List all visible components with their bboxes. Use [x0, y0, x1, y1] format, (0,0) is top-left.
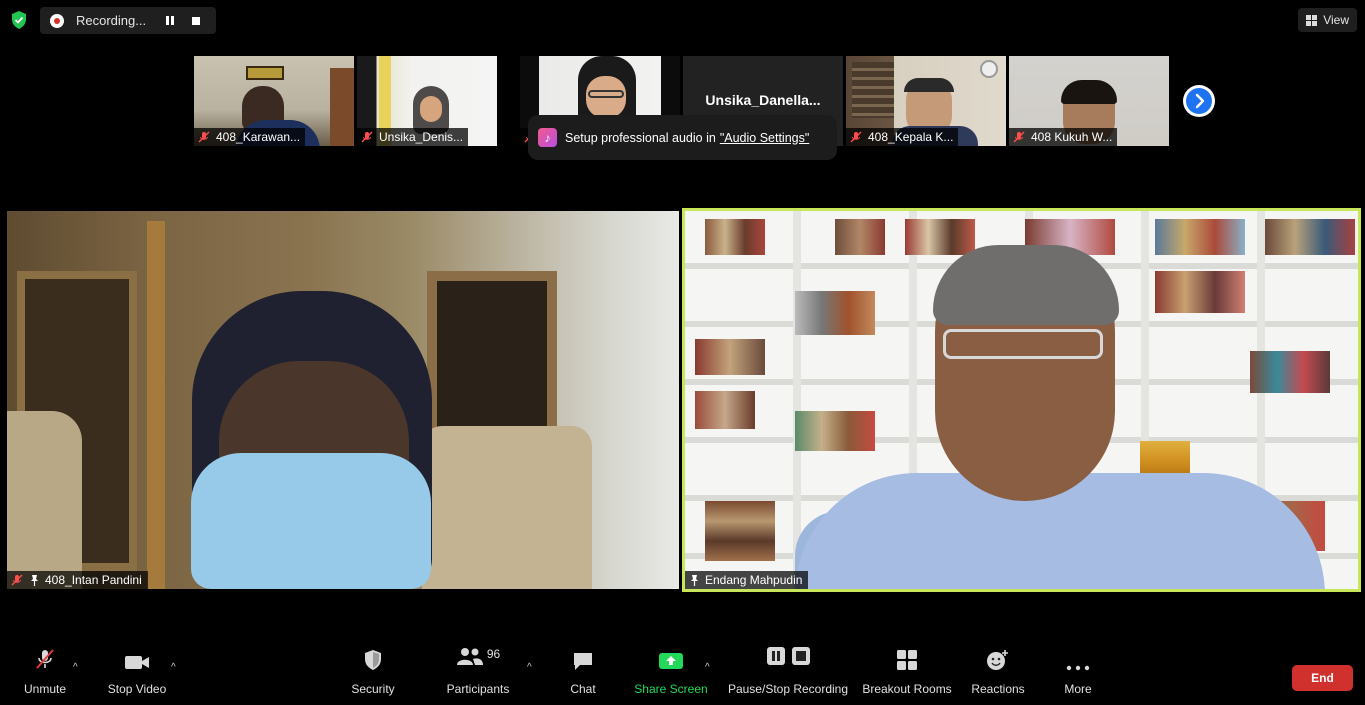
microphone-muted-icon	[361, 131, 373, 143]
participant-name: Unsika_Danella...	[705, 92, 821, 108]
chat-button[interactable]: Chat	[563, 645, 603, 705]
end-meeting-button[interactable]: End	[1292, 665, 1353, 691]
audio-settings-tooltip: ♪ Setup professional audio in "Audio Set…	[528, 115, 837, 160]
participants-options-caret-icon[interactable]: ^	[527, 662, 532, 673]
microphone-muted-icon	[850, 131, 862, 143]
microphone-muted-icon	[1013, 131, 1025, 143]
participant-thumbnail[interactable]: 408 Kukuh W...	[1009, 56, 1169, 146]
reactions-button[interactable]: Reactions	[968, 645, 1028, 705]
participant-name: Unsika_Denis...	[379, 130, 464, 144]
breakout-rooms-button[interactable]: Breakout Rooms	[860, 645, 954, 705]
breakout-rooms-icon	[896, 645, 918, 675]
participant-thumbnail[interactable]: Unsika_Denis...	[357, 56, 497, 146]
more-dots-icon	[1066, 645, 1090, 675]
participant-name-tag: Unsika_Denis...	[357, 128, 469, 146]
participants-button[interactable]: 96 Participants	[444, 645, 512, 705]
participant-name-tag: 408_Kepala K...	[846, 128, 959, 146]
pause-recording-button[interactable]	[160, 11, 180, 31]
more-label: More	[1064, 682, 1092, 696]
reactions-label: Reactions	[971, 682, 1025, 696]
pause-stop-recording-button[interactable]: Pause/Stop Recording	[726, 645, 850, 705]
unmute-button[interactable]: Unmute	[20, 645, 70, 705]
chat-label: Chat	[570, 682, 596, 696]
microphone-muted-icon	[33, 645, 57, 675]
security-shield-icon	[363, 645, 383, 675]
pause-recording-icon	[766, 646, 786, 671]
view-label: View	[1323, 13, 1349, 27]
view-button[interactable]: View	[1298, 8, 1357, 32]
recording-indicator: Recording...	[40, 7, 216, 34]
participants-count: 96	[486, 647, 501, 661]
participants-label: Participants	[446, 682, 510, 696]
stop-recording-button[interactable]	[186, 11, 206, 31]
participant-name-tag: 408_Karawan...	[194, 128, 306, 146]
stop-icon	[192, 16, 200, 25]
participant-name-tag: 408_Intan Pandini	[7, 571, 148, 589]
participant-thumbnail[interactable]: 408_Kepala K...	[846, 56, 1006, 146]
participant-name: Endang Mahpudin	[705, 573, 803, 587]
audio-options-caret-icon[interactable]: ^	[73, 662, 78, 673]
audio-settings-link[interactable]: "Audio Settings"	[720, 131, 809, 145]
share-screen-button[interactable]: Share Screen	[632, 645, 710, 705]
participant-name: 408 Kukuh W...	[1031, 130, 1113, 144]
chevron-right-icon	[1186, 88, 1212, 114]
stop-recording-icon	[791, 646, 811, 671]
participants-icon	[456, 646, 484, 671]
participant-name: 408_Kepala K...	[868, 130, 954, 144]
breakout-rooms-label: Breakout Rooms	[862, 682, 952, 696]
participant-name: 408_Karawan...	[216, 130, 301, 144]
share-screen-label: Share Screen	[634, 682, 708, 696]
microphone-muted-icon	[11, 574, 23, 586]
encryption-shield-icon[interactable]	[9, 10, 29, 30]
participant-thumbnail[interactable]: 408_Karawan...	[194, 56, 354, 146]
music-note-icon: ♪	[538, 128, 557, 147]
recording-label: Recording...	[76, 13, 147, 28]
pause-icon	[166, 16, 174, 25]
chat-bubble-icon	[572, 645, 594, 675]
security-label: Security	[351, 682, 395, 696]
next-page-button[interactable]	[1183, 85, 1215, 117]
pin-icon	[689, 574, 700, 586]
share-screen-icon	[658, 645, 684, 675]
stop-video-button[interactable]: Stop Video	[104, 645, 170, 705]
participant-name-tag: Endang Mahpudin	[685, 571, 809, 589]
grid-view-icon	[1306, 14, 1318, 26]
video-camera-icon	[124, 645, 150, 675]
tooltip-text: Setup professional audio in	[565, 130, 716, 145]
recording-dot-icon	[50, 13, 64, 28]
share-screen-options-caret-icon[interactable]: ^	[705, 662, 710, 673]
security-button[interactable]: Security	[346, 645, 400, 705]
pin-icon	[29, 574, 40, 586]
participant-name-tag: 408 Kukuh W...	[1009, 128, 1118, 146]
unmute-label: Unmute	[23, 682, 67, 696]
more-button[interactable]: More	[1058, 645, 1098, 705]
microphone-muted-icon	[198, 131, 210, 143]
pause-stop-recording-label: Pause/Stop Recording	[727, 682, 849, 696]
stop-video-label: Stop Video	[107, 682, 167, 696]
participant-video[interactable]: 408_Intan Pandini	[7, 211, 679, 589]
video-options-caret-icon[interactable]: ^	[171, 662, 176, 673]
meeting-toolbar: Unmute ^ Stop Video ^ Security 96 Partic…	[0, 645, 1365, 705]
active-speaker-video[interactable]: Endang Mahpudin	[682, 208, 1361, 592]
smiley-plus-icon	[986, 645, 1010, 675]
participant-name: 408_Intan Pandini	[45, 573, 142, 587]
